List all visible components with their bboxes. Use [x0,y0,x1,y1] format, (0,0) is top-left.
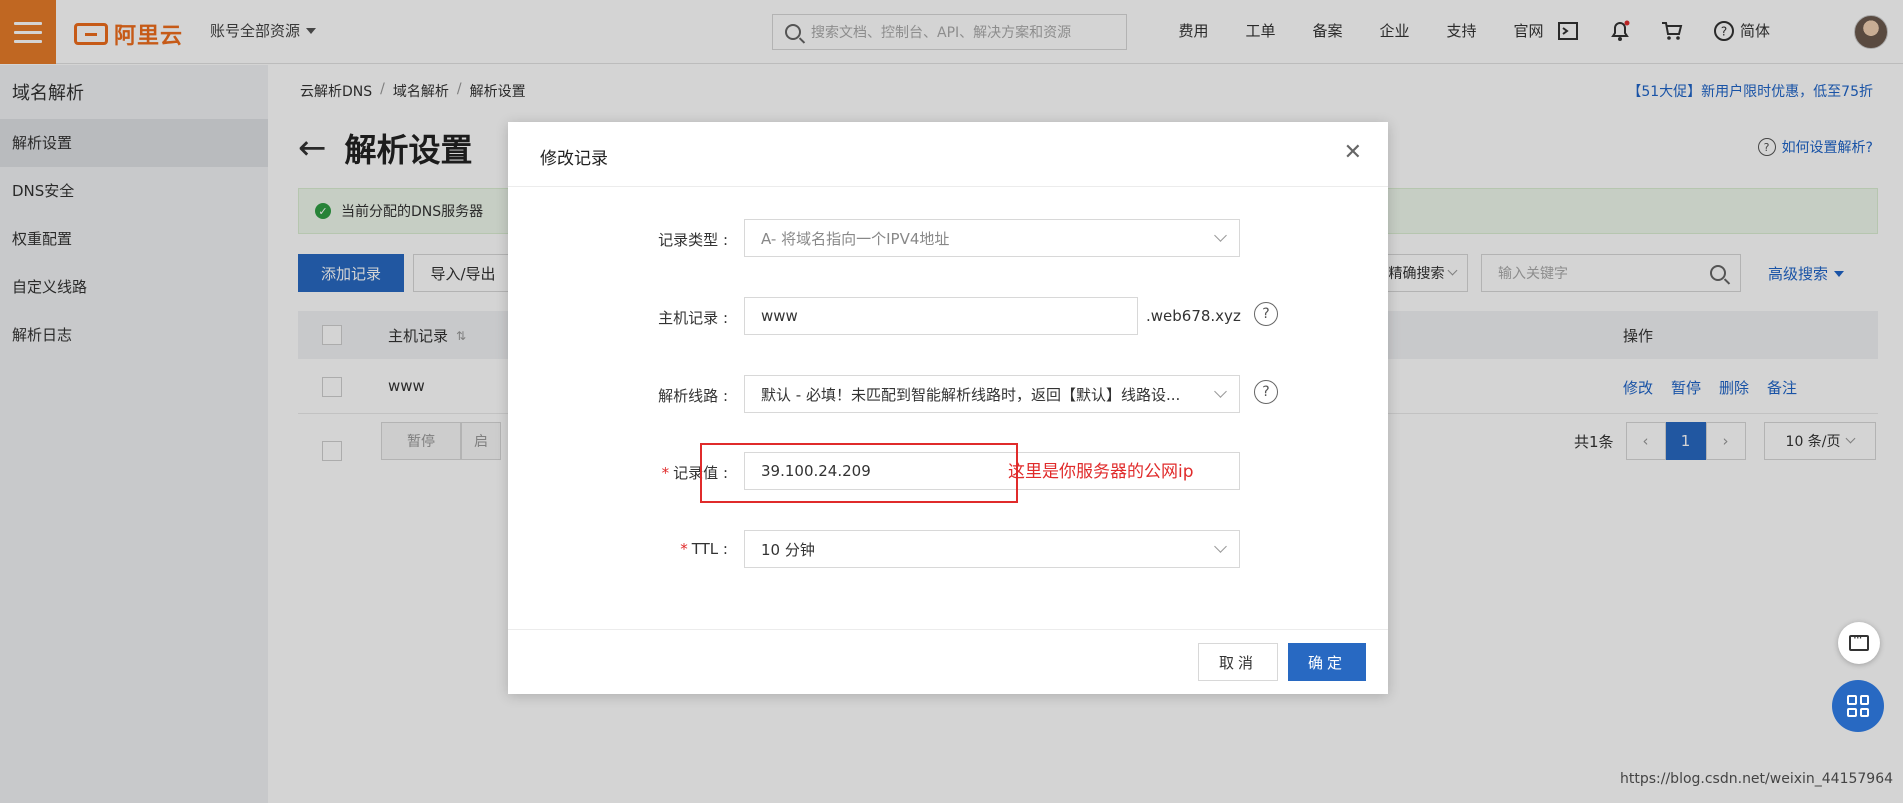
required-mark: * [661,464,670,482]
domain-suffix: .web678.xyz [1146,307,1241,325]
ttl-label-text: TTL : [691,540,728,558]
close-icon[interactable]: ✕ [1344,140,1362,165]
required-mark: * [680,540,688,558]
line-help-icon[interactable]: ? [1254,380,1278,404]
host-record-input[interactable]: www [744,297,1138,335]
ttl-value: 10 分钟 [761,540,815,559]
chevron-down-icon [1214,229,1227,242]
dialog-footer: 取消 确定 [508,629,1388,694]
watermark: https://blog.csdn.net/weixin_44157964 [1620,771,1894,787]
resolve-line-label: 解析线路 : [658,387,728,405]
annotation-highlight-box [700,443,1018,503]
dialog-title: 修改记录 [540,149,608,169]
chevron-down-icon [1214,540,1227,553]
annotation-text: 这里是你服务器的公网ip [1008,462,1194,482]
edit-record-dialog: 修改记录 ✕ 记录类型 : A- 将域名指向一个IPV4地址 主机记录 : ww… [508,122,1388,694]
chat-float-button[interactable] [1838,622,1880,664]
host-record-label: 主机记录 : [658,309,728,327]
resolve-line-select[interactable]: 默认 - 必填！未匹配到智能解析线路时，返回【默认】线路设... [744,375,1240,413]
confirm-button[interactable]: 确定 [1288,643,1366,681]
host-record-value: www [761,307,798,325]
dialog-header: 修改记录 ✕ [508,122,1388,187]
record-type-label: 记录类型 : [658,231,728,249]
ttl-label: * TTL : [508,540,728,558]
host-help-icon[interactable]: ? [1254,302,1278,326]
apps-icon [1847,695,1869,717]
apps-float-button[interactable] [1832,680,1884,732]
resolve-line-value: 默认 - 必填！未匹配到智能解析线路时，返回【默认】线路设... [761,385,1181,404]
record-type-value: A- 将域名指向一个IPV4地址 [761,229,950,248]
ttl-select[interactable]: 10 分钟 [744,530,1240,568]
chevron-down-icon [1214,385,1227,398]
record-type-select[interactable]: A- 将域名指向一个IPV4地址 [744,219,1240,257]
cancel-button[interactable]: 取消 [1198,643,1278,681]
chat-icon [1849,631,1869,651]
record-value-label: * 记录值 : [508,462,728,483]
